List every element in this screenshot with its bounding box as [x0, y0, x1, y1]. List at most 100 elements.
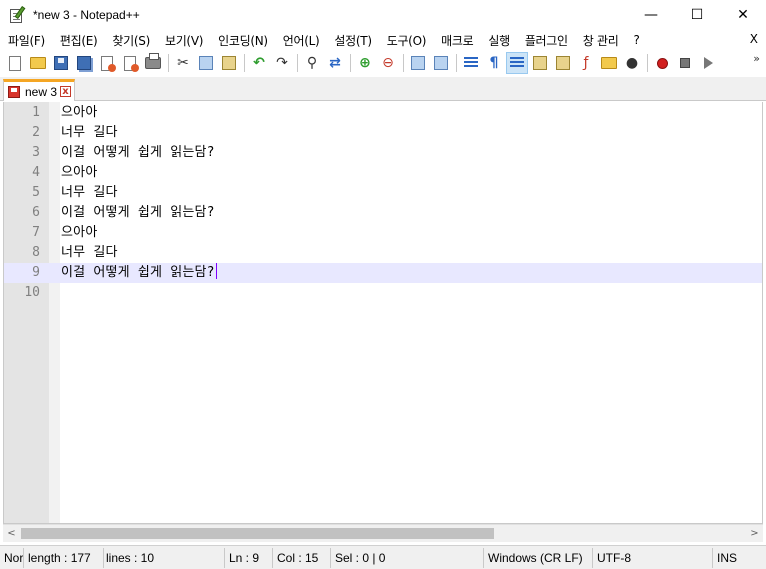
zoom-out-button[interactable]: ⊖: [377, 52, 399, 74]
menu-window[interactable]: 창 관리: [575, 32, 626, 49]
find-button[interactable]: ⚲: [301, 52, 323, 74]
print-icon: [145, 53, 161, 69]
save-all-button[interactable]: [73, 52, 95, 74]
show-all-chars-button[interactable]: ¶: [483, 52, 505, 74]
line-number: 6: [32, 205, 40, 220]
line-text[interactable]: 으아아: [61, 103, 97, 123]
close-icon: ✕: [737, 7, 749, 23]
editor-line[interactable]: 1 으아아: [4, 103, 762, 123]
folder-workspace-icon: [601, 57, 617, 69]
editor-area[interactable]: 1 으아아 2 너무 길다 3 이걸 어떻게 쉽게 읽는담? 4 으아아 5 너…: [3, 102, 763, 524]
status-doc-type: Nor: [0, 547, 24, 568]
menu-edit[interactable]: 편집(E): [52, 32, 105, 49]
menu-bar: 파일(F) 편집(E) 찾기(S) 보기(V) 인코딩(N) 언어(L) 설정(…: [0, 30, 766, 50]
close-file-icon: [101, 55, 116, 72]
line-text[interactable]: 이걸 어떻게 쉽게 읽는담?: [61, 203, 215, 223]
paste-button[interactable]: [218, 52, 240, 74]
editor-line[interactable]: 2 너무 길다: [4, 123, 762, 143]
open-file-button[interactable]: [27, 52, 49, 74]
menu-help[interactable]: ?: [626, 33, 647, 47]
status-column: Col : 15: [273, 547, 331, 568]
editor-line[interactable]: 6 이걸 어떻게 쉽게 읽는담?: [4, 203, 762, 223]
menu-search[interactable]: 찾기(S): [104, 32, 157, 49]
status-insert-mode[interactable]: INS: [713, 548, 766, 568]
scrollbar-thumb[interactable]: [21, 528, 494, 539]
word-wrap-icon: [464, 57, 478, 69]
zoom-in-icon: ⊕: [359, 55, 371, 71]
text-caret: [215, 263, 217, 279]
menu-file[interactable]: 파일(F): [0, 32, 52, 49]
zoom-in-button[interactable]: ⊕: [354, 52, 376, 74]
line-text[interactable]: 으아아: [61, 223, 97, 243]
sync-vertical-icon: [411, 56, 425, 70]
maximize-button[interactable]: ☐: [674, 0, 720, 30]
monitoring-button[interactable]: ●: [621, 52, 643, 74]
replace-icon: ⇄: [329, 55, 341, 71]
tab-new-3[interactable]: new 3 x: [3, 79, 75, 101]
line-text[interactable]: 이걸 어떻게 쉽게 읽는담?: [61, 263, 217, 283]
playback-macro-button[interactable]: [697, 52, 719, 74]
line-text[interactable]: 이걸 어떻게 쉽게 읽는담?: [61, 143, 215, 163]
close-file-button[interactable]: [96, 52, 118, 74]
save-button[interactable]: [50, 52, 72, 74]
copy-button[interactable]: [195, 52, 217, 74]
stop-recording-button[interactable]: [674, 52, 696, 74]
menu-macro[interactable]: 매크로: [433, 32, 480, 49]
document-map-button[interactable]: [552, 52, 574, 74]
copy-icon: [199, 56, 213, 70]
menu-tools[interactable]: 도구(O): [379, 32, 433, 49]
record-macro-button[interactable]: [651, 52, 673, 74]
close-window-button[interactable]: ✕: [720, 0, 766, 30]
horizontal-scrollbar[interactable]: < >: [3, 524, 763, 542]
menu-plugins[interactable]: 플러그인: [517, 32, 575, 49]
play-icon: [703, 57, 713, 69]
menu-language[interactable]: 언어(L): [275, 32, 327, 49]
line-number: 3: [32, 145, 40, 160]
tab-close-button[interactable]: x: [60, 86, 72, 97]
menu-encoding[interactable]: 인코딩(N): [210, 32, 275, 49]
save-icon: [54, 56, 68, 70]
editor-line[interactable]: 8 너무 길다: [4, 243, 762, 263]
close-all-button[interactable]: [119, 52, 141, 74]
toolbar-overflow-button[interactable]: »: [753, 52, 760, 65]
print-button[interactable]: [142, 52, 164, 74]
line-number: 4: [32, 165, 40, 180]
new-file-button[interactable]: [4, 52, 26, 74]
paste-icon: [222, 56, 236, 70]
toolbar-separator: [647, 54, 648, 72]
line-text-content: 이걸 어떻게 쉽게 읽는담?: [61, 265, 215, 280]
scroll-right-button[interactable]: >: [746, 525, 763, 542]
editor-line[interactable]: 4 으아아: [4, 163, 762, 183]
word-wrap-button[interactable]: [460, 52, 482, 74]
editor-line[interactable]: 5 너무 길다: [4, 183, 762, 203]
line-text[interactable]: 너무 길다: [61, 243, 118, 263]
folder-as-workspace-button[interactable]: [598, 52, 620, 74]
user-defined-language-button[interactable]: [529, 52, 551, 74]
status-encoding[interactable]: UTF-8: [593, 547, 713, 568]
cut-button[interactable]: ✂: [172, 52, 194, 74]
indent-guide-button[interactable]: [506, 52, 528, 74]
line-text[interactable]: 으아아: [61, 163, 97, 183]
replace-button[interactable]: ⇄: [324, 52, 346, 74]
sync-vertical-button[interactable]: [407, 52, 429, 74]
minimize-button[interactable]: —: [628, 0, 674, 30]
menu-view[interactable]: 보기(V): [157, 32, 210, 49]
editor-line[interactable]: 10: [4, 283, 762, 303]
function-list-button[interactable]: ƒ: [575, 52, 597, 74]
line-text[interactable]: 너무 길다: [61, 123, 118, 143]
line-number: 2: [32, 125, 40, 140]
chevron-right-icon: >: [750, 528, 759, 539]
status-eol-format[interactable]: Windows (CR LF): [484, 547, 593, 568]
redo-button[interactable]: ↷: [271, 52, 293, 74]
menu-settings[interactable]: 설정(T): [326, 32, 378, 49]
line-text[interactable]: 너무 길다: [61, 183, 118, 203]
undo-button[interactable]: ↶: [248, 52, 270, 74]
scroll-left-button[interactable]: <: [3, 525, 20, 542]
editor-line[interactable]: 7 으아아: [4, 223, 762, 243]
menu-run[interactable]: 실행: [480, 32, 516, 49]
editor-current-line[interactable]: 9 이걸 어떻게 쉽게 읽는담?: [4, 263, 762, 283]
editor-line[interactable]: 3 이걸 어떻게 쉽게 읽는담?: [4, 143, 762, 163]
sync-horizontal-button[interactable]: [430, 52, 452, 74]
close-document-button[interactable]: X: [750, 32, 758, 46]
open-folder-icon: [30, 57, 46, 69]
